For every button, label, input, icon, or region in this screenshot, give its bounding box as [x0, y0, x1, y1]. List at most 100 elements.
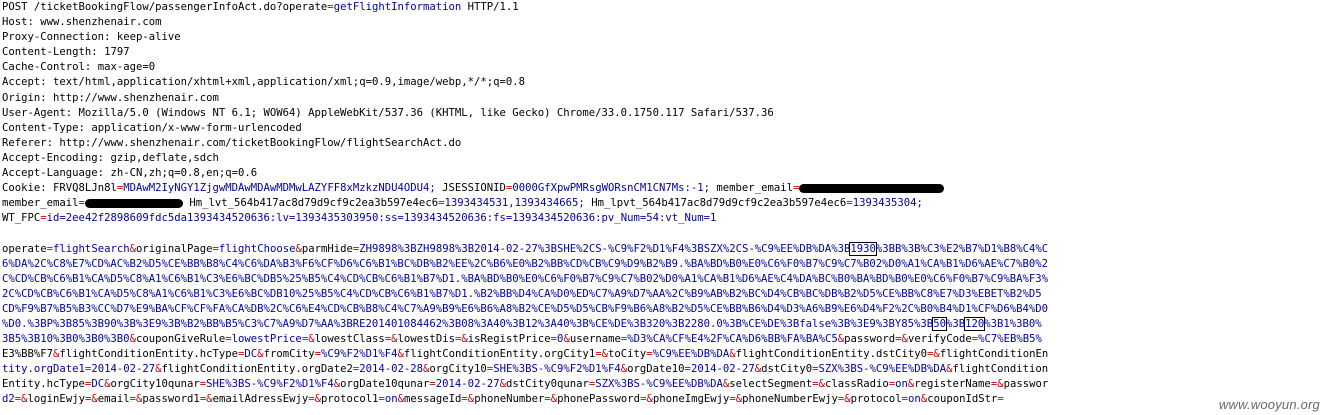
- param-name: fromCity: [263, 348, 315, 361]
- param-value: on: [908, 393, 921, 406]
- body-line: d2=&loginEwjy=&email=&password1=&emailAd…: [2, 392, 1326, 407]
- param-value: %C7%EB%B5%: [978, 333, 1042, 346]
- param-name: operate: [2, 242, 47, 255]
- param-name: parmHide: [301, 242, 353, 255]
- param-value: lowestPrice: [231, 333, 302, 346]
- cookie-line-2: member_email= Hm_lvt_564b417ac8d79d9cf9c…: [2, 197, 923, 210]
- request-headers: Host: www.shenzhenair.com Proxy-Connectio…: [2, 15, 1326, 181]
- param-name: couponGiveRule: [135, 333, 226, 346]
- param-name: flightConditionEntity.dstCity0: [735, 348, 927, 361]
- header-name: Accept-Language: [2, 167, 98, 180]
- header-name: Cache-Control: [2, 61, 85, 74]
- param-value: 2014-02-27: [91, 363, 156, 376]
- param-value: 3B5%3B10%3B0%3B0%3B0: [2, 333, 130, 346]
- header-value: zh-CN,zh;q=0.8,en;q=0.6: [110, 167, 258, 180]
- header-value: max-age=0: [97, 61, 156, 74]
- header-line: Proxy-Connection: keep-alive: [2, 31, 181, 44]
- param-name: originalPage: [135, 242, 213, 255]
- param-value: SZX%3BS-%C9%EE%DB%DA: [818, 363, 947, 376]
- header-line: Referer: http://www.shenzhenair.com/tick…: [2, 136, 462, 149]
- param-name: couponIdStr: [927, 393, 998, 406]
- highlighted-value: 1930: [849, 241, 877, 256]
- header-line: User-Agent: Mozilla/5.0 (Windows NT 6.1;…: [2, 106, 774, 119]
- cookie-value: 1393435304;: [852, 197, 923, 210]
- body-line: C%CD%CB%C6%B1%CA%D5%C8%A1%C6%B1%C3%E6%BC…: [2, 272, 1326, 287]
- param-name: toCity: [608, 348, 647, 361]
- request-body: operate=flightSearch&originalPage=flight…: [2, 241, 1326, 408]
- body-line: E3%BB%F7&flightConditionEntity.hcType=DC…: [2, 347, 1326, 362]
- param-name: lowestClass: [314, 333, 385, 346]
- header-value: 1797: [104, 46, 130, 59]
- header-value: gzip,deflate,sdch: [110, 151, 219, 164]
- param-value: CD%F9%B7%B5%B3%CC%D7%E9%BA%CF%CF%FA%CA%D…: [2, 302, 1048, 315]
- param-name: username: [569, 333, 621, 346]
- param-name: orgCity10qunar: [110, 378, 200, 391]
- cookie-value: MDAwM2IyNGY1ZjgwMDAwMDAwMDMwLAZYFF8xMzkz…: [123, 182, 436, 195]
- body-line: operate=flightSearch&originalPage=flight…: [2, 241, 1326, 257]
- param-value: ZH9898%3BZH9898%3B2014-02-27%3BSHE%2CS-%…: [359, 242, 851, 255]
- highlighted-value: 120: [964, 316, 986, 331]
- cookie-name: member_email: [2, 197, 79, 210]
- header-name: Content-Length: [2, 46, 92, 59]
- http-request-viewer: POST /ticketBookingFlow/passengerInfoAct…: [2, 0, 1326, 408]
- param-name: orgDate10qunar: [340, 378, 430, 391]
- param-name: flightConditionEntity.orgDate2: [161, 363, 353, 376]
- param-equals: =: [997, 393, 1004, 406]
- param-name: loginEwjy: [27, 393, 85, 406]
- highlighted-value: 50: [932, 316, 947, 331]
- param-name: protocol: [850, 393, 902, 406]
- param-name: phoneImgEwjy: [652, 393, 730, 406]
- cookie-name: member_email: [716, 182, 793, 195]
- param-value: DC: [91, 378, 105, 391]
- param-value: 2C%CD%CB%C6%B1%CA%D5%C8%A1%C6%B1%C3%E6%B…: [2, 287, 1042, 300]
- param-value: DC: [244, 348, 258, 361]
- header-line: Accept: text/html,application/xhtml+xml,…: [2, 76, 526, 89]
- param-name: orgCity10: [429, 363, 487, 376]
- param-name: phoneNumberEwjy: [742, 393, 838, 406]
- param-value: SHE%3BS-%C9%F2%D1%F4: [493, 363, 621, 376]
- param-name: password1: [142, 393, 200, 406]
- param-name: registerName: [914, 378, 991, 391]
- cookie-name: Hm_lvt_564b417ac8d79d9cf9c2ea3b597e4ec6: [189, 197, 439, 210]
- param-name: verifyCode: [907, 333, 972, 346]
- header-value: application/x-www-form-urlencoded: [91, 121, 302, 134]
- header-line: Host: www.shenzhenair.com: [2, 16, 162, 29]
- param-name: isRegistPrice: [467, 333, 551, 346]
- header-line: Cache-Control: max-age=0: [2, 61, 156, 74]
- param-name: selectSegment: [729, 378, 813, 391]
- param-value: flightChoose: [218, 242, 296, 255]
- param-value: d2: [2, 393, 15, 406]
- cookie-line-1: Cookie: FRVQ8LJn8l=MDAwM2IyNGY1ZjgwMDAwM…: [2, 181, 1326, 196]
- header-line: Origin: http://www.shenzhenair.com: [2, 91, 219, 104]
- header-value: http://www.shenzhenair.com: [53, 91, 219, 104]
- param-name: dstCity0qunar: [505, 378, 589, 391]
- cookie-name: FRVQ8LJn8l: [53, 182, 117, 195]
- header-name: Host: [2, 16, 28, 29]
- param-name: messageId: [404, 393, 462, 406]
- header-line: Content-Length: 1797: [2, 46, 130, 59]
- header-line: Content-Type: application/x-www-form-url…: [2, 121, 302, 134]
- body-line: Entity.hcType=DC&orgCity10qunar=SHE%3BS-…: [2, 377, 1326, 392]
- cookie-value: id=2ee42f2898609fdc5da1393434520636:lv=1…: [46, 212, 717, 225]
- param-name: flightConditionEntity.hcType: [59, 348, 239, 361]
- request-query-value: getFlightInformation: [333, 1, 462, 13]
- param-name: orgDate10: [627, 363, 685, 376]
- param-value: %3BB%3B%C3%E2%B7%D1%B8%C4%C: [875, 242, 1049, 255]
- param-name: phonePassword: [557, 393, 641, 406]
- param-name: email: [97, 393, 130, 406]
- param-value: %D0.%3BP%3B85%3B90%3B%3E9%3B%B2%BB%B5%C3…: [2, 317, 934, 330]
- cookie-name: JSESSIONID: [442, 182, 506, 195]
- body-line: 2C%CD%CB%C6%B1%CA%D5%C8%A1%C6%B1%C3%E6%B…: [2, 287, 1326, 302]
- param-name: dstCity0: [761, 363, 813, 376]
- body-line: CD%F9%B7%B5%B3%CC%D7%E9%BA%CF%CF%FA%CA%D…: [2, 302, 1326, 317]
- param-name: flightConditionEntity.orgCity1: [403, 348, 596, 361]
- watermark: www.wooyun.org: [1218, 396, 1320, 412]
- cookie-name: WT_FPC: [2, 212, 41, 225]
- param-value: C%CD%CB%C6%B1%CA%D5%C8%A1%C6%B1%C3%E6%BC…: [2, 272, 1048, 285]
- cookie-sep: =: [78, 197, 85, 210]
- cookie-value: 0000GfXpwPMRsgWORsnCM1CN7Ms:-1;: [512, 182, 711, 195]
- param-name: flightConditionEn: [939, 348, 1049, 361]
- header-line: Accept-Encoding: gzip,deflate,sdch: [2, 151, 219, 164]
- header-value: Mozilla/5.0 (Windows NT 6.1; WOW64) Appl…: [78, 106, 774, 119]
